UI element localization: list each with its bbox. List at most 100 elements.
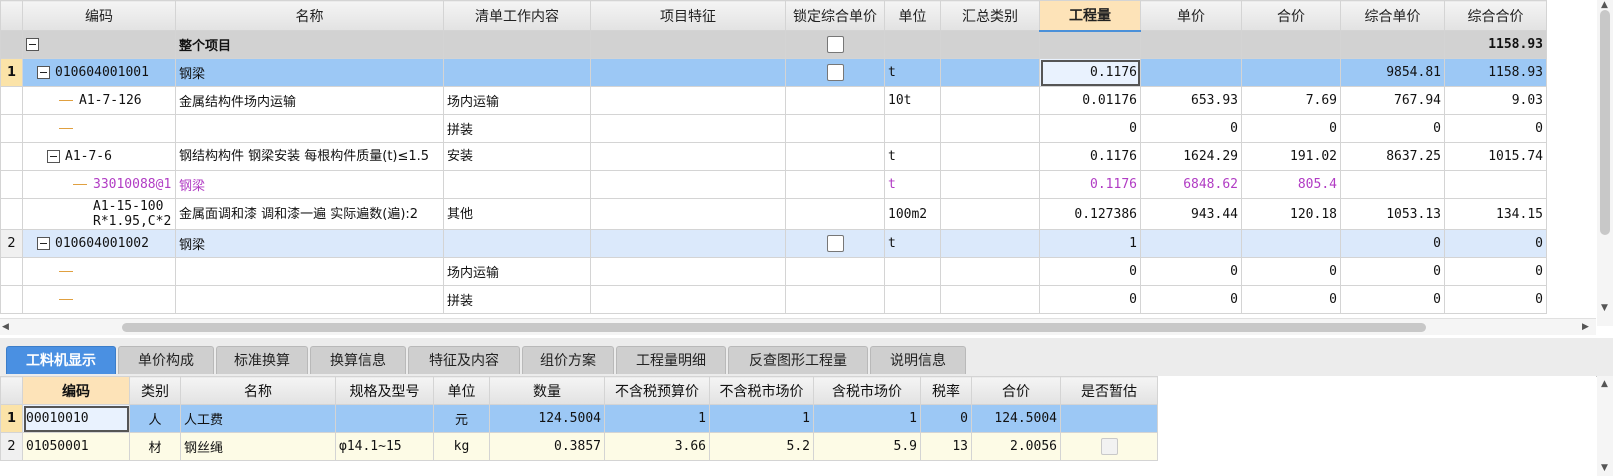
unit-price-cell[interactable]: 8637.25 <box>1340 142 1445 171</box>
price-cell[interactable]: 0 <box>1140 257 1242 286</box>
unit-price-cell[interactable]: 767.94 <box>1340 86 1445 115</box>
amount-cell[interactable]: 7.69 <box>1241 86 1341 115</box>
total-cell[interactable]: 0 <box>1444 285 1547 314</box>
tab-features-content[interactable]: 特征及内容 <box>408 346 520 374</box>
total-cell[interactable]: 134.15 <box>1444 198 1547 230</box>
work-content-cell[interactable] <box>443 58 591 87</box>
table-row[interactable]: 拼装 0 0 0 0 0 <box>0 114 1547 143</box>
name-cell[interactable]: 钢结构构件 钢梁安装 每根构件质量(t)≤1.5 <box>175 142 444 171</box>
code-cell[interactable]: A1-7-126 <box>22 86 176 115</box>
col-header-code[interactable]: 编码 <box>22 0 176 31</box>
code-cell[interactable] <box>22 114 176 143</box>
code-cell[interactable]: 01050001 <box>22 432 130 461</box>
unit-cell[interactable]: t <box>884 142 941 171</box>
unit-cell[interactable]: 元 <box>433 404 490 433</box>
tab-quantity-detail[interactable]: 工程量明细 <box>616 346 726 374</box>
price-cell[interactable]: 0 <box>1140 114 1242 143</box>
name-cell[interactable] <box>175 257 444 286</box>
budget-price-cell[interactable]: 1 <box>604 404 710 433</box>
unit-price-cell[interactable]: 0 <box>1340 229 1445 258</box>
code-cell[interactable] <box>22 285 176 314</box>
col-header-budget-price[interactable]: 不含税预算价 <box>604 376 710 405</box>
type-cell[interactable]: 人 <box>129 404 181 433</box>
unit-price-cell[interactable]: 9854.81 <box>1340 58 1445 87</box>
total-cell[interactable]: 0 <box>1444 229 1547 258</box>
col-header-unit[interactable]: 单位 <box>433 376 490 405</box>
col-header-work-content[interactable]: 清单工作内容 <box>443 0 591 31</box>
price-cell[interactable]: 1624.29 <box>1140 142 1242 171</box>
total-cell[interactable]: 2.0056 <box>971 432 1061 461</box>
work-content-cell[interactable] <box>443 229 591 258</box>
table-row[interactable]: 1 00010010 人 人工费 元 124.5004 1 1 1 0 124.… <box>0 404 1158 433</box>
unit-cell[interactable]: 100m2 <box>884 198 941 230</box>
code-cell[interactable]: 010604001001 <box>22 58 176 87</box>
unit-cell[interactable]: t <box>884 58 941 87</box>
name-cell[interactable]: 金属结构件场内运输 <box>175 86 444 115</box>
table-row[interactable]: 拼装 0 0 0 0 0 <box>0 285 1547 314</box>
spec-cell[interactable] <box>335 404 434 433</box>
quantity-cell[interactable]: 0.01176 <box>1039 86 1141 115</box>
work-content-cell[interactable]: 场内运输 <box>443 257 591 286</box>
unit-price-cell[interactable]: 0 <box>1340 285 1445 314</box>
quantity-cell[interactable]: 0.127386 <box>1039 198 1141 230</box>
tab-conversion-info[interactable]: 换算信息 <box>310 346 406 374</box>
name-cell[interactable]: 钢梁 <box>175 229 444 258</box>
table-row-root[interactable]: 整个项目 1158.93 <box>0 30 1547 59</box>
col-header-total[interactable]: 合价 <box>971 376 1061 405</box>
col-header-feature[interactable]: 项目特征 <box>590 0 786 31</box>
quantity-cell[interactable]: 0.3857 <box>489 432 605 461</box>
budget-price-cell[interactable]: 3.66 <box>604 432 710 461</box>
price-cell[interactable]: 943.44 <box>1140 198 1242 230</box>
code-cell[interactable]: 33010088@1 <box>22 170 176 199</box>
provisional-checkbox[interactable] <box>1100 438 1118 455</box>
scroll-left-icon[interactable]: ◀ <box>2 319 9 335</box>
name-cell[interactable]: 人工费 <box>180 404 336 433</box>
scroll-down-icon[interactable]: ▼ <box>1601 460 1608 476</box>
quantity-cell[interactable]: 1 <box>1039 229 1141 258</box>
col-header-spec[interactable]: 规格及型号 <box>335 376 434 405</box>
name-cell[interactable]: 钢梁 <box>175 170 444 199</box>
tab-pricing-scheme[interactable]: 组价方案 <box>522 346 614 374</box>
horizontal-scrollbar[interactable]: ◀ ▶ <box>0 318 1596 335</box>
quantity-cell[interactable]: 0 <box>1039 257 1141 286</box>
unit-cell[interactable]: 10t <box>884 86 941 115</box>
summary-type-cell[interactable] <box>940 58 1040 87</box>
col-header-summary-type[interactable]: 汇总类别 <box>940 0 1040 31</box>
total-cell[interactable]: 1015.74 <box>1444 142 1547 171</box>
col-header-name[interactable]: 名称 <box>175 0 444 31</box>
unit-cell[interactable]: t <box>884 229 941 258</box>
unit-cell[interactable]: kg <box>433 432 490 461</box>
unit-price-cell[interactable]: 0 <box>1340 257 1445 286</box>
market-price-cell[interactable]: 5.2 <box>709 432 814 461</box>
col-header-code[interactable]: 编码 <box>22 376 130 405</box>
tab-description[interactable]: 说明信息 <box>870 346 966 374</box>
table-row[interactable]: 场内运输 0 0 0 0 0 <box>0 257 1547 286</box>
work-content-cell[interactable]: 其他 <box>443 198 591 230</box>
scroll-right-icon[interactable]: ▶ <box>1582 319 1589 335</box>
total-cell[interactable]: 124.5004 <box>971 404 1061 433</box>
name-cell[interactable]: 钢梁 <box>175 58 444 87</box>
quantity-cell[interactable]: 0.1176 <box>1039 142 1141 171</box>
table-row[interactable]: 1 010604001001 钢梁 t 0.1176 9854.81 1158.… <box>0 58 1547 87</box>
col-header-total[interactable]: 综合合价 <box>1444 0 1547 31</box>
col-header-name[interactable]: 名称 <box>180 376 336 405</box>
table-row[interactable]: 2 010604001002 钢梁 t 1 0 0 <box>0 229 1547 258</box>
quantity-cell[interactable]: 0 <box>1039 114 1141 143</box>
price-cell[interactable]: 0 <box>1140 285 1242 314</box>
tab-reverse-graphic-quantity[interactable]: 反查图形工程量 <box>728 346 868 374</box>
col-header-tax-rate[interactable]: 税率 <box>920 376 972 405</box>
work-content-cell[interactable]: 拼装 <box>443 114 591 143</box>
amount-cell[interactable]: 0 <box>1241 285 1341 314</box>
col-header-amount[interactable]: 合价 <box>1241 0 1341 31</box>
col-header-unit-price[interactable]: 综合单价 <box>1340 0 1445 31</box>
tax-market-price-cell[interactable]: 1 <box>813 404 921 433</box>
name-cell[interactable] <box>175 114 444 143</box>
amount-cell[interactable] <box>1241 229 1341 258</box>
feature-cell[interactable] <box>590 58 786 87</box>
work-content-cell[interactable]: 拼装 <box>443 285 591 314</box>
price-cell[interactable]: 653.93 <box>1140 86 1242 115</box>
lower-vertical-scrollbar[interactable]: ▲ ▼ <box>1597 376 1613 476</box>
table-row[interactable]: A1-7-126 金属结构件场内运输 场内运输 10t 0.01176 653.… <box>0 86 1547 115</box>
total-cell[interactable] <box>1444 170 1547 199</box>
amount-cell[interactable]: 120.18 <box>1241 198 1341 230</box>
